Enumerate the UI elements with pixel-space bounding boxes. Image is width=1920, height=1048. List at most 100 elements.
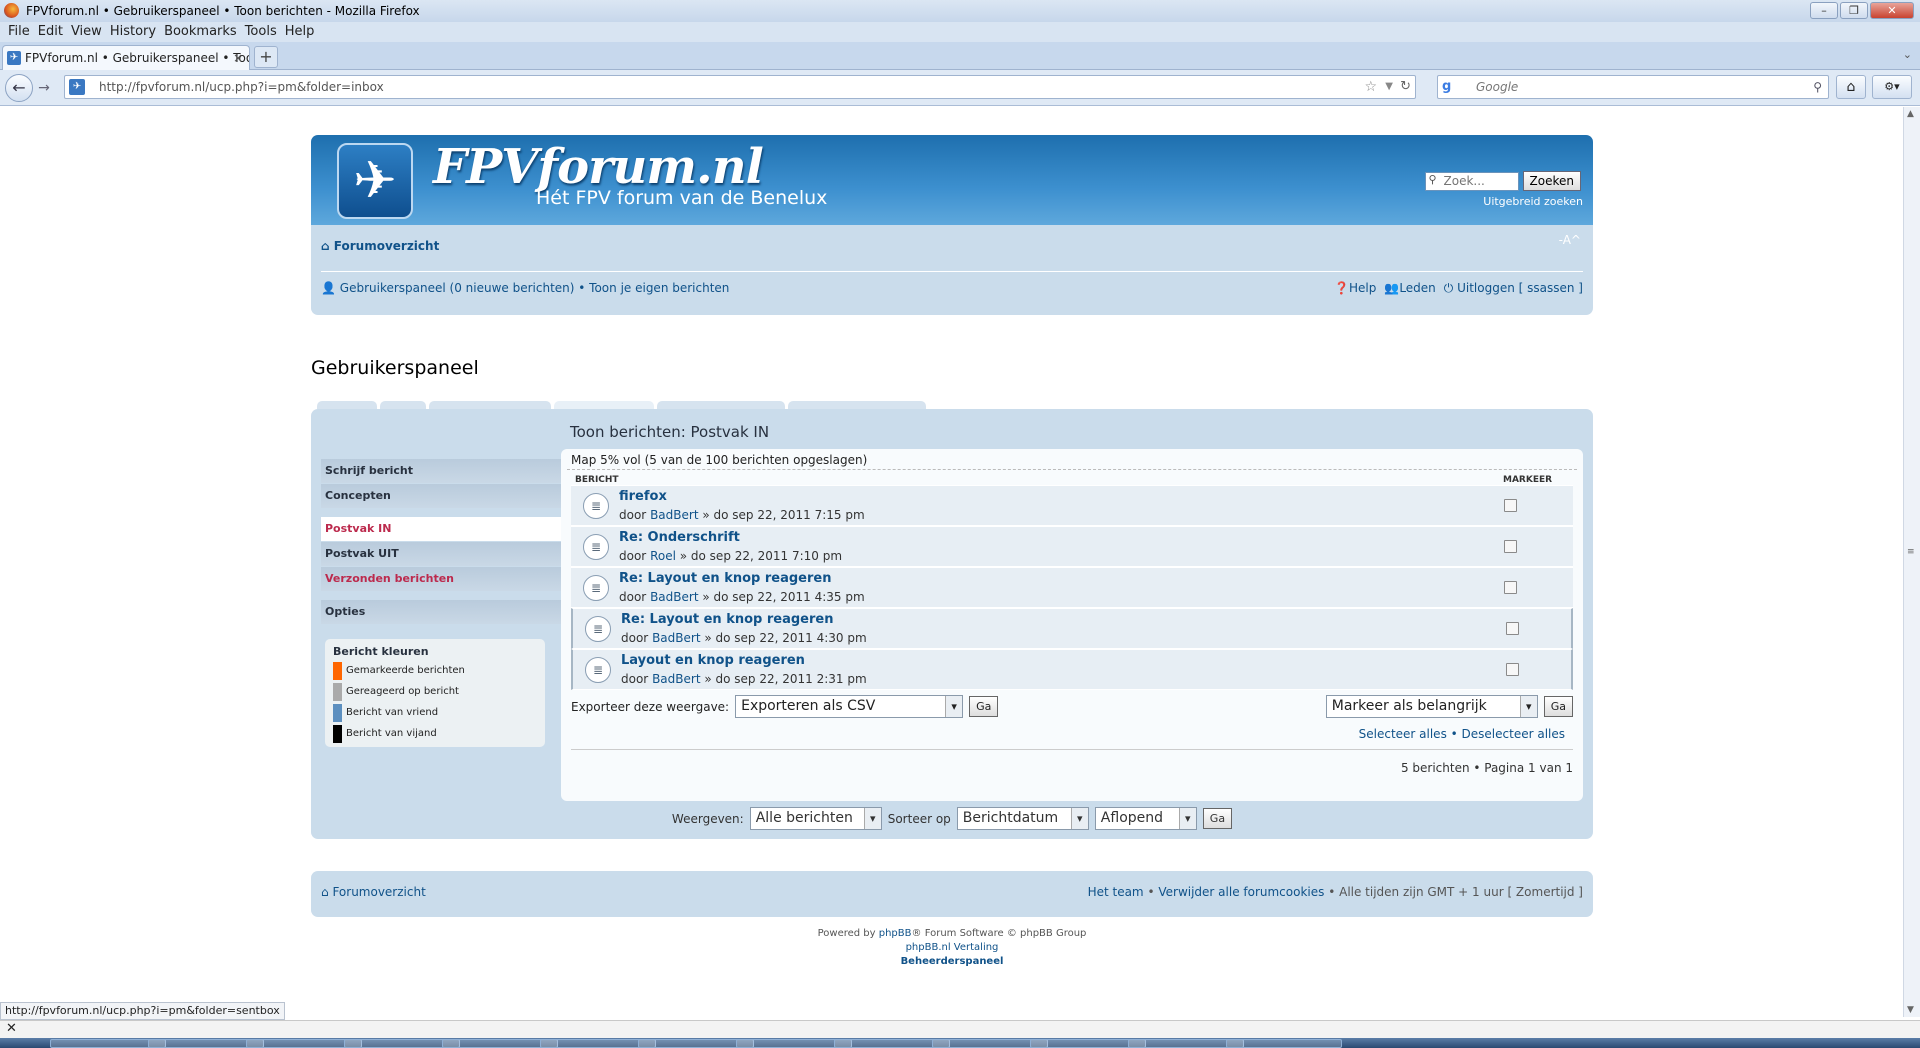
tab-5[interactable] — [657, 401, 785, 409]
select-all-link[interactable]: Selecteer alles — [1359, 727, 1447, 741]
sort-label: Sorteer op — [887, 811, 951, 826]
show-select[interactable]: Alle berichten — [749, 807, 882, 830]
menu-bookmarks[interactable]: Bookmarks — [160, 22, 241, 42]
tab-3[interactable] — [429, 401, 551, 409]
table-row: ≣ firefox door BadBert » do sep 22, 2011… — [571, 485, 1573, 526]
author-link[interactable]: BadBert — [652, 672, 700, 686]
nav-strip: ⌂ Forumoverzicht -A^ 👤 Gebruikerspaneel … — [311, 225, 1593, 315]
tab-close-icon[interactable]: × — [233, 46, 243, 70]
menu-help[interactable]: Help — [281, 22, 319, 42]
author-link[interactable]: Roel — [650, 549, 676, 563]
mark-checkbox[interactable] — [1504, 499, 1517, 512]
menu-tools[interactable]: Tools — [241, 22, 281, 42]
menu-file[interactable]: File — [4, 22, 34, 42]
advanced-search-link[interactable]: Uitgebreid zoeken — [1483, 195, 1583, 208]
menu-history[interactable]: History — [106, 22, 160, 42]
find-bar: ✕ — [0, 1020, 1920, 1038]
message-date: » do sep 22, 2011 7:15 pm — [702, 508, 865, 522]
author-link[interactable]: BadBert — [650, 508, 698, 522]
tab-2[interactable] — [380, 401, 426, 409]
forward-button[interactable]: → — [34, 78, 54, 98]
members-link[interactable]: 👥Leden — [1384, 281, 1435, 296]
search-button[interactable]: Zoeken — [1522, 171, 1581, 191]
tab-1[interactable] — [317, 401, 377, 409]
admin-panel-link[interactable]: Beheerderspaneel — [901, 956, 1004, 967]
message-title[interactable]: Layout en knop reageren — [621, 653, 805, 668]
order-select[interactable]: Aflopend — [1094, 807, 1197, 830]
sort-go-button[interactable]: Ga — [1202, 808, 1233, 829]
logout-link[interactable]: ⏻ Uitloggen [ ssassen ] — [1444, 281, 1583, 296]
help-label: Help — [1349, 281, 1377, 295]
new-tab-button[interactable]: + — [254, 46, 278, 68]
message-title[interactable]: Re: Onderschrift — [619, 530, 740, 545]
footer-breadcrumb[interactable]: ⌂ Forumoverzicht — [321, 885, 426, 899]
footer-links: Het team • Verwijder alle forumcookies •… — [1087, 885, 1583, 899]
sidebar-item-options[interactable]: Opties — [321, 600, 561, 624]
plane-logo-icon[interactable]: ✈ — [337, 143, 413, 219]
mark-checkbox[interactable] — [1504, 581, 1517, 594]
site-identity-icon[interactable]: ✈ — [69, 79, 85, 95]
user-panel-link[interactable]: Gebruikerspaneel (0 nieuwe berichten) — [340, 281, 575, 295]
tab-list-chevron-icon[interactable]: ⌄ — [1903, 48, 1912, 61]
taskbar-item[interactable] — [1226, 1039, 1342, 1048]
message-read-icon: ≣ — [585, 616, 611, 642]
help-link[interactable]: ❓Help — [1334, 281, 1376, 296]
sort-select[interactable]: Berichtdatum — [956, 807, 1089, 830]
mark-checkbox[interactable] — [1506, 663, 1519, 676]
select-links: Selecteer alles • Deselecteer alles — [1358, 727, 1565, 741]
author-link[interactable]: BadBert — [650, 590, 698, 604]
message-title[interactable]: Re: Layout en knop reageren — [619, 571, 831, 586]
find-bar-close-icon[interactable]: ✕ — [6, 1021, 17, 1036]
address-bar[interactable]: ✈ http://fpvforum.nl/ucp.php?i=pm&folder… — [64, 75, 1416, 99]
export-select[interactable]: Exporteren als CSV — [735, 695, 964, 718]
sidebar-item-drafts[interactable]: Concepten — [321, 484, 561, 508]
reload-icon[interactable]: ↻ — [1400, 76, 1411, 98]
browser-search-field[interactable]: g Google ⚲ — [1437, 75, 1829, 99]
deselect-all-link[interactable]: Deselecteer alles — [1462, 727, 1565, 741]
tab-4[interactable] — [554, 401, 654, 409]
url-dropdown-icon[interactable]: ▼ — [1385, 76, 1393, 98]
sidebar-item-sentbox[interactable]: Verzonden berichten — [321, 567, 561, 591]
legend-label: Bericht van vijand — [346, 728, 437, 739]
breadcrumb[interactable]: ⌂ Forumoverzicht — [321, 239, 439, 253]
author-link[interactable]: BadBert — [652, 631, 700, 645]
mark-action-select[interactable]: Markeer als belangrijk — [1325, 695, 1538, 718]
back-button[interactable]: ← — [5, 74, 33, 102]
home-button[interactable]: ⌂ — [1836, 75, 1866, 99]
browser-tab[interactable]: ✈ FPVforum.nl • Gebruikerspaneel • Toon … — [2, 45, 250, 70]
sidebar-item-compose[interactable]: Schrijf bericht — [321, 459, 561, 483]
scroll-down-icon[interactable]: ▼ — [1907, 1005, 1914, 1015]
phpbb-link[interactable]: phpBB — [879, 928, 912, 939]
message-read-icon: ≣ — [583, 493, 609, 519]
addon-button[interactable]: ⚙▾ — [1872, 75, 1912, 99]
google-icon[interactable]: g — [1442, 79, 1458, 95]
message-title[interactable]: Re: Layout en knop reageren — [621, 612, 833, 627]
search-icon[interactable]: ⚲ — [1813, 76, 1822, 98]
vertical-scrollbar[interactable]: ▲ ≡ ▼ — [1903, 107, 1920, 1017]
forum-search-input[interactable] — [1424, 171, 1519, 191]
maximize-button[interactable]: ❐ — [1840, 2, 1868, 19]
bookmark-star-icon[interactable]: ☆ — [1364, 76, 1377, 98]
delete-cookies-link[interactable]: Verwijder alle forumcookies — [1158, 885, 1324, 899]
tab-6[interactable] — [788, 401, 926, 409]
mark-checkbox[interactable] — [1506, 622, 1519, 635]
translation-link[interactable]: phpBB.nl Vertaling — [906, 942, 999, 953]
mark-go-button[interactable]: Ga — [1543, 696, 1573, 717]
menu-view[interactable]: View — [67, 22, 106, 42]
mark-checkbox[interactable] — [1504, 540, 1517, 553]
own-posts-link[interactable]: • Toon je eigen berichten — [578, 281, 729, 295]
message-title[interactable]: firefox — [619, 489, 667, 504]
close-button[interactable]: ✕ — [1870, 2, 1914, 19]
column-headers: BERICHT MARKEER — [575, 475, 1575, 483]
menu-edit[interactable]: Edit — [34, 22, 67, 42]
legend-item: Gereageerd op bericht — [333, 683, 537, 704]
export-go-button[interactable]: Ga — [969, 696, 999, 717]
font-size-toggle[interactable]: -A^ — [1559, 233, 1581, 247]
sidebar-item-inbox[interactable]: Postvak IN — [321, 517, 561, 541]
sidebar-item-outbox[interactable]: Postvak UIT — [321, 542, 561, 566]
minimize-button[interactable]: – — [1810, 2, 1838, 19]
browser-window: FPVforum.nl • Gebruikerspaneel • Toon be… — [0, 0, 1920, 1048]
scroll-up-icon[interactable]: ▲ — [1907, 109, 1914, 119]
scroll-grip-icon[interactable]: ≡ — [1907, 547, 1915, 557]
team-link[interactable]: Het team — [1088, 885, 1144, 899]
